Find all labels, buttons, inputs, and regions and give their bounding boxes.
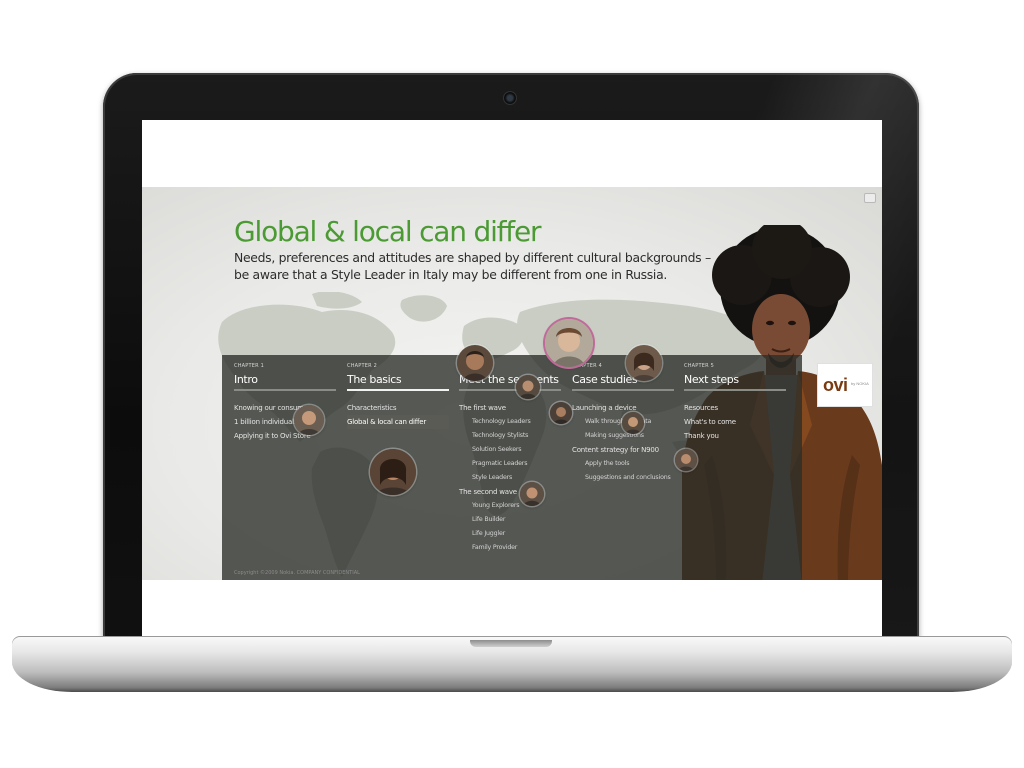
nav-item-second-wave[interactable]: The second wave <box>459 485 569 499</box>
nav-item-solution-seekers[interactable]: Solution Seekers <box>459 443 569 457</box>
chapter-title[interactable]: Intro <box>234 373 344 386</box>
chapter-5[interactable]: CHAPTER 5 Next steps Resources What's to… <box>684 363 794 443</box>
nav-item-life-builder[interactable]: Life Builder <box>459 513 569 527</box>
avatar-small-1[interactable] <box>516 375 540 399</box>
chapter-title[interactable]: Case studies <box>572 373 682 386</box>
nav-item-thank-you[interactable]: Thank you <box>684 429 794 443</box>
nav-item-characteristics[interactable]: Characteristics <box>347 401 457 415</box>
avatar-woman-russia[interactable] <box>626 345 662 381</box>
avatar-woman-europe[interactable] <box>545 319 593 367</box>
nav-item-applying-ovi-store[interactable]: Applying it to Ovi Store <box>234 429 344 443</box>
nav-item-style-leaders[interactable]: Style Leaders <box>459 471 569 485</box>
nav-item-resources[interactable]: Resources <box>684 401 794 415</box>
nav-item-suggestions-conclusions[interactable]: Suggestions and conclusions <box>572 471 682 485</box>
nav-item-family-provider[interactable]: Family Provider <box>459 541 569 555</box>
avatar-man-usa[interactable] <box>294 405 324 435</box>
chapter-title[interactable]: The basics <box>347 373 457 386</box>
chapter-number: CHAPTER 2 <box>347 363 377 369</box>
avatar-small-4[interactable] <box>675 449 697 471</box>
avatar-small-3[interactable] <box>622 412 644 434</box>
chapter-1[interactable]: CHAPTER 1 Intro Knowing our consumers 1 … <box>234 363 344 443</box>
laptop-base-notch <box>470 640 552 647</box>
nav-item-apply-tools[interactable]: Apply the tools <box>572 457 682 471</box>
copyright-text: Copyright ©2009 Nokia. COMPANY CONFIDENT… <box>234 570 360 576</box>
nav-item-whats-to-come[interactable]: What's to come <box>684 415 794 429</box>
fullscreen-icon[interactable] <box>864 193 876 203</box>
ovi-logo-small: by NOKIA <box>851 381 869 386</box>
nav-item-content-strategy[interactable]: Content strategy for N900 <box>572 443 682 457</box>
nav-item-1-billion[interactable]: 1 billion individuals <box>234 415 344 429</box>
chapter-3[interactable]: CHAPTER 3 Meet the segments The first wa… <box>459 363 569 555</box>
nav-item-young-explorers[interactable]: Young Explorers <box>459 499 569 513</box>
ovi-logo: ovi by NOKIA <box>817 363 873 407</box>
slide-subtitle: Needs, preferences and attitudes are sha… <box>234 249 711 283</box>
subtitle-line-2: be aware that a Style Leader in Italy ma… <box>234 267 668 282</box>
chapter-underline <box>234 389 336 391</box>
chapter-title[interactable]: Next steps <box>684 373 794 386</box>
slide-title: Global & local can differ <box>234 215 542 248</box>
laptop-screen: Global & local can differ Needs, prefere… <box>142 120 882 638</box>
chapter-underline-active <box>347 389 449 391</box>
nav-item-pragmatic-leaders[interactable]: Pragmatic Leaders <box>459 457 569 471</box>
avatar-small-5[interactable] <box>520 482 544 506</box>
nav-item-technology-stylists[interactable]: Technology Stylists <box>459 429 569 443</box>
chapter-navigation: CHAPTER 1 Intro Knowing our consumers 1 … <box>222 355 802 580</box>
chapter-number: CHAPTER 1 <box>234 363 264 369</box>
avatar-small-2[interactable] <box>550 402 572 424</box>
chapter-number: CHAPTER 5 <box>684 363 714 369</box>
chapter-underline <box>459 389 561 391</box>
webcam <box>503 91 517 105</box>
nav-item-global-local[interactable]: Global & local can differ <box>347 415 449 429</box>
ovi-logo-text: ovi <box>823 375 848 395</box>
presentation-slide: Global & local can differ Needs, prefere… <box>142 187 882 580</box>
avatar-woman-southamerica[interactable] <box>370 449 416 495</box>
chapter-2[interactable]: CHAPTER 2 The basics Characteristics Glo… <box>347 363 457 429</box>
nav-item-life-juggler[interactable]: Life Juggler <box>459 527 569 541</box>
chapter-underline <box>572 389 674 391</box>
nav-item-knowing-consumers[interactable]: Knowing our consumers <box>234 401 344 415</box>
avatar-asia-man[interactable] <box>457 345 493 381</box>
chapter-underline <box>684 389 786 391</box>
subtitle-line-1: Needs, preferences and attitudes are sha… <box>234 250 711 265</box>
